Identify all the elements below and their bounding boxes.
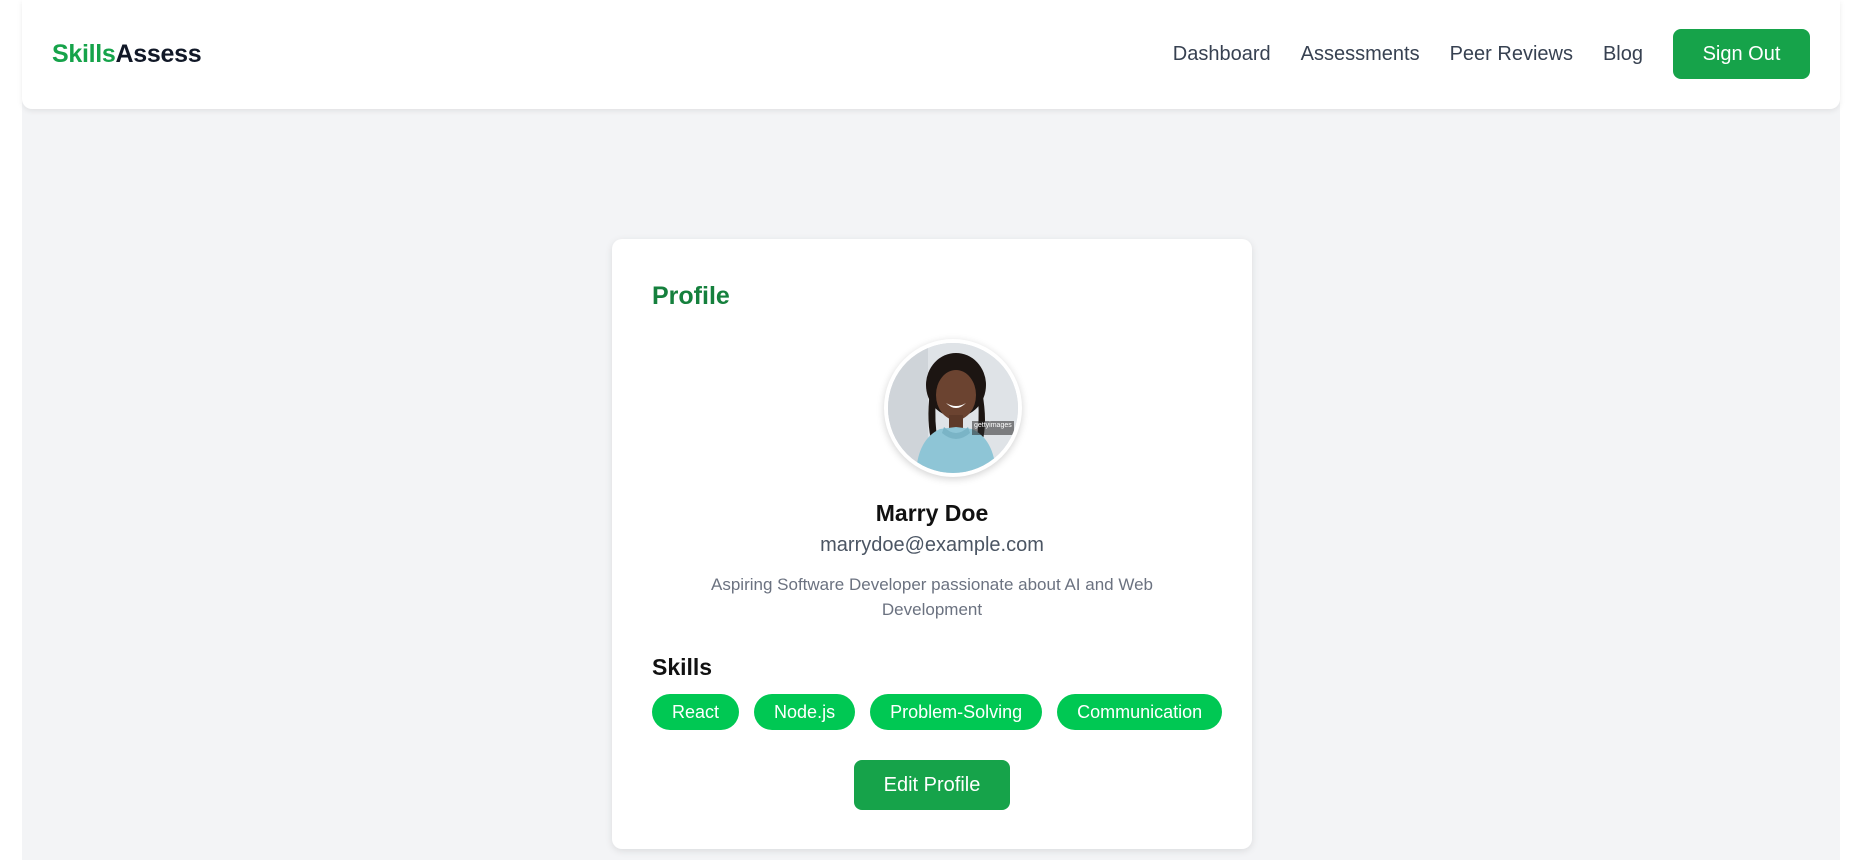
profile-card: Profile gettyimages Marry Doe marrydoe@e… xyxy=(612,239,1252,849)
skill-tag-nodejs: Node.js xyxy=(754,694,856,730)
app-root: SkillsAssess Dashboard Assessments Peer … xyxy=(22,0,1840,860)
nav-links: Dashboard Assessments Peer Reviews Blog … xyxy=(1143,29,1810,79)
skill-tag-problem-solving: Problem-Solving xyxy=(870,694,1043,730)
profile-email: marrydoe@example.com xyxy=(820,534,1044,556)
skills-heading: Skills xyxy=(652,654,713,680)
top-navbar: SkillsAssess Dashboard Assessments Peer … xyxy=(22,0,1840,109)
skills-list: React Node.js Problem-Solving Communicat… xyxy=(652,694,1237,730)
avatar-photo xyxy=(888,343,1018,473)
avatar: gettyimages xyxy=(884,339,1022,477)
brand-logo-part-skills: Skills xyxy=(52,40,116,68)
avatar-watermark: gettyimages xyxy=(974,422,1012,429)
brand-logo[interactable]: SkillsAssess xyxy=(52,40,202,69)
profile-title: Profile xyxy=(652,282,730,310)
profile-bio: Aspiring Software Developer passionate a… xyxy=(711,575,1153,619)
profile-name: Marry Doe xyxy=(875,500,989,526)
nav-link-peer-reviews[interactable]: Peer Reviews xyxy=(1450,43,1573,66)
edit-profile-button[interactable]: Edit Profile xyxy=(854,760,1010,810)
nav-link-assessments[interactable]: Assessments xyxy=(1301,43,1420,66)
nav-link-blog[interactable]: Blog xyxy=(1603,43,1643,66)
brand-logo-part-assess: Assess xyxy=(115,40,202,68)
skill-tag-communication: Communication xyxy=(1057,694,1223,730)
sign-out-button[interactable]: Sign Out xyxy=(1673,29,1810,79)
nav-link-dashboard[interactable]: Dashboard xyxy=(1173,43,1271,66)
skill-tag-react: React xyxy=(652,694,740,730)
